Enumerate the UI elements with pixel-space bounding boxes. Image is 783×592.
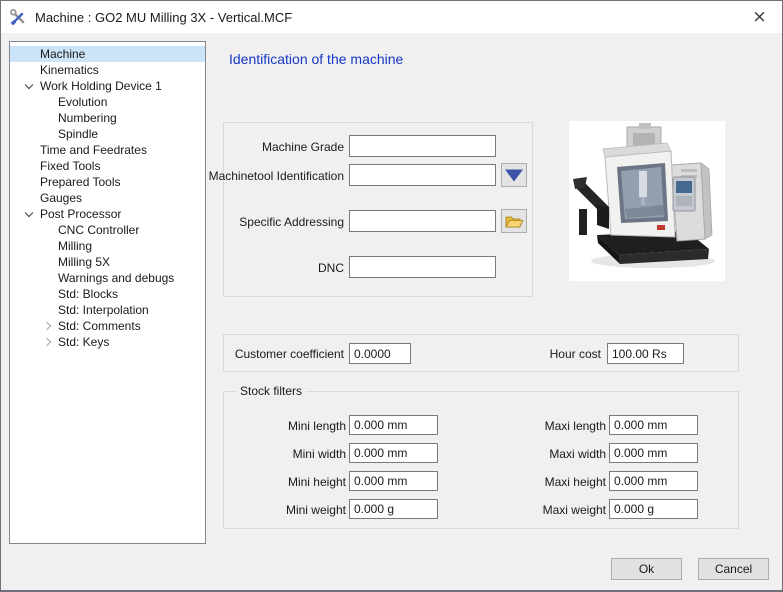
- mini-height-label: Mini height: [226, 475, 346, 489]
- maxi-weight-input[interactable]: [609, 499, 698, 519]
- ok-button[interactable]: Ok: [611, 558, 682, 580]
- settings-tree: Machine Kinematics Work Holding Device 1…: [9, 41, 206, 544]
- cancel-button[interactable]: Cancel: [698, 558, 769, 580]
- page-title: Identification of the machine: [229, 51, 403, 67]
- mini-length-input[interactable]: [349, 415, 438, 435]
- tools-icon: [10, 9, 27, 26]
- tree-item-evolution[interactable]: Evolution: [10, 94, 205, 110]
- machine-dialog-window: Machine : GO2 MU Milling 3X - Vertical.M…: [0, 0, 783, 592]
- chevron-right-icon[interactable]: [40, 334, 58, 350]
- mini-weight-input[interactable]: [349, 499, 438, 519]
- machine-grade-label: Machine Grade: [201, 140, 344, 154]
- tree-item-prepared-tools[interactable]: Prepared Tools: [10, 174, 205, 190]
- machine-grade-input[interactable]: [349, 135, 496, 157]
- tree-item-numbering[interactable]: Numbering: [10, 110, 205, 126]
- tree-item-std-comments[interactable]: Std: Comments: [10, 318, 205, 334]
- tree-item-gauges[interactable]: Gauges: [10, 190, 205, 206]
- specific-addressing-input[interactable]: [349, 210, 496, 232]
- tree-item-std-blocks[interactable]: Std: Blocks: [10, 286, 205, 302]
- tree-item-machine[interactable]: Machine: [10, 46, 205, 62]
- tree-item-milling-5x[interactable]: Milling 5X: [10, 254, 205, 270]
- tree-item-post-processor[interactable]: Post Processor: [10, 206, 205, 222]
- machine-preview-image: [569, 121, 725, 281]
- maxi-width-label: Maxi width: [486, 447, 606, 461]
- chevron-down-icon[interactable]: [22, 78, 40, 94]
- tree-item-milling[interactable]: Milling: [10, 238, 205, 254]
- window-title: Machine : GO2 MU Milling 3X - Vertical.M…: [35, 10, 292, 25]
- mini-width-input[interactable]: [349, 443, 438, 463]
- tree-item-spindle[interactable]: Spindle: [10, 126, 205, 142]
- mini-weight-label: Mini weight: [226, 503, 346, 517]
- hour-cost-label: Hour cost: [481, 347, 601, 361]
- close-icon[interactable]: ×: [737, 1, 782, 32]
- tree-item-kinematics[interactable]: Kinematics: [10, 62, 205, 78]
- specific-addressing-label: Specific Addressing: [201, 215, 344, 229]
- stock-filters-legend: Stock filters: [236, 384, 306, 398]
- tree-item-std-keys[interactable]: Std: Keys: [10, 334, 205, 350]
- maxi-length-label: Maxi length: [486, 419, 606, 433]
- machinetool-identification-label: Machinetool Identification: [201, 169, 344, 183]
- maxi-height-input[interactable]: [609, 471, 698, 491]
- dnc-input[interactable]: [349, 256, 496, 278]
- machinetool-dropdown-button[interactable]: [501, 163, 527, 187]
- mini-length-label: Mini length: [226, 419, 346, 433]
- vertical-milling-machine-illustration: [569, 121, 725, 281]
- chevron-down-icon[interactable]: [22, 206, 40, 222]
- hour-cost-input[interactable]: [607, 343, 684, 364]
- tree-item-cnc-controller[interactable]: CNC Controller: [10, 222, 205, 238]
- tree-item-warnings-and-debugs[interactable]: Warnings and debugs: [10, 270, 205, 286]
- titlebar[interactable]: Machine : GO2 MU Milling 3X - Vertical.M…: [1, 1, 782, 33]
- maxi-width-input[interactable]: [609, 443, 698, 463]
- mini-height-input[interactable]: [349, 471, 438, 491]
- maxi-length-input[interactable]: [609, 415, 698, 435]
- machinetool-identification-input[interactable]: [349, 164, 496, 186]
- dnc-label: DNC: [201, 261, 344, 275]
- tree-item-std-interpolation[interactable]: Std: Interpolation: [10, 302, 205, 318]
- chevron-right-icon[interactable]: [40, 318, 58, 334]
- customer-coefficient-input[interactable]: [349, 343, 411, 364]
- maxi-height-label: Maxi height: [486, 475, 606, 489]
- maxi-weight-label: Maxi weight: [486, 503, 606, 517]
- tree-item-work-holding-device-1[interactable]: Work Holding Device 1: [10, 78, 205, 94]
- browse-folder-button[interactable]: [501, 209, 527, 233]
- triangle-down-icon: [504, 168, 524, 183]
- mini-width-label: Mini width: [226, 447, 346, 461]
- open-folder-icon: [505, 214, 524, 229]
- tree-item-fixed-tools[interactable]: Fixed Tools: [10, 158, 205, 174]
- customer-coefficient-label: Customer coefficient: [206, 347, 344, 361]
- tree-item-time-and-feedrates[interactable]: Time and Feedrates: [10, 142, 205, 158]
